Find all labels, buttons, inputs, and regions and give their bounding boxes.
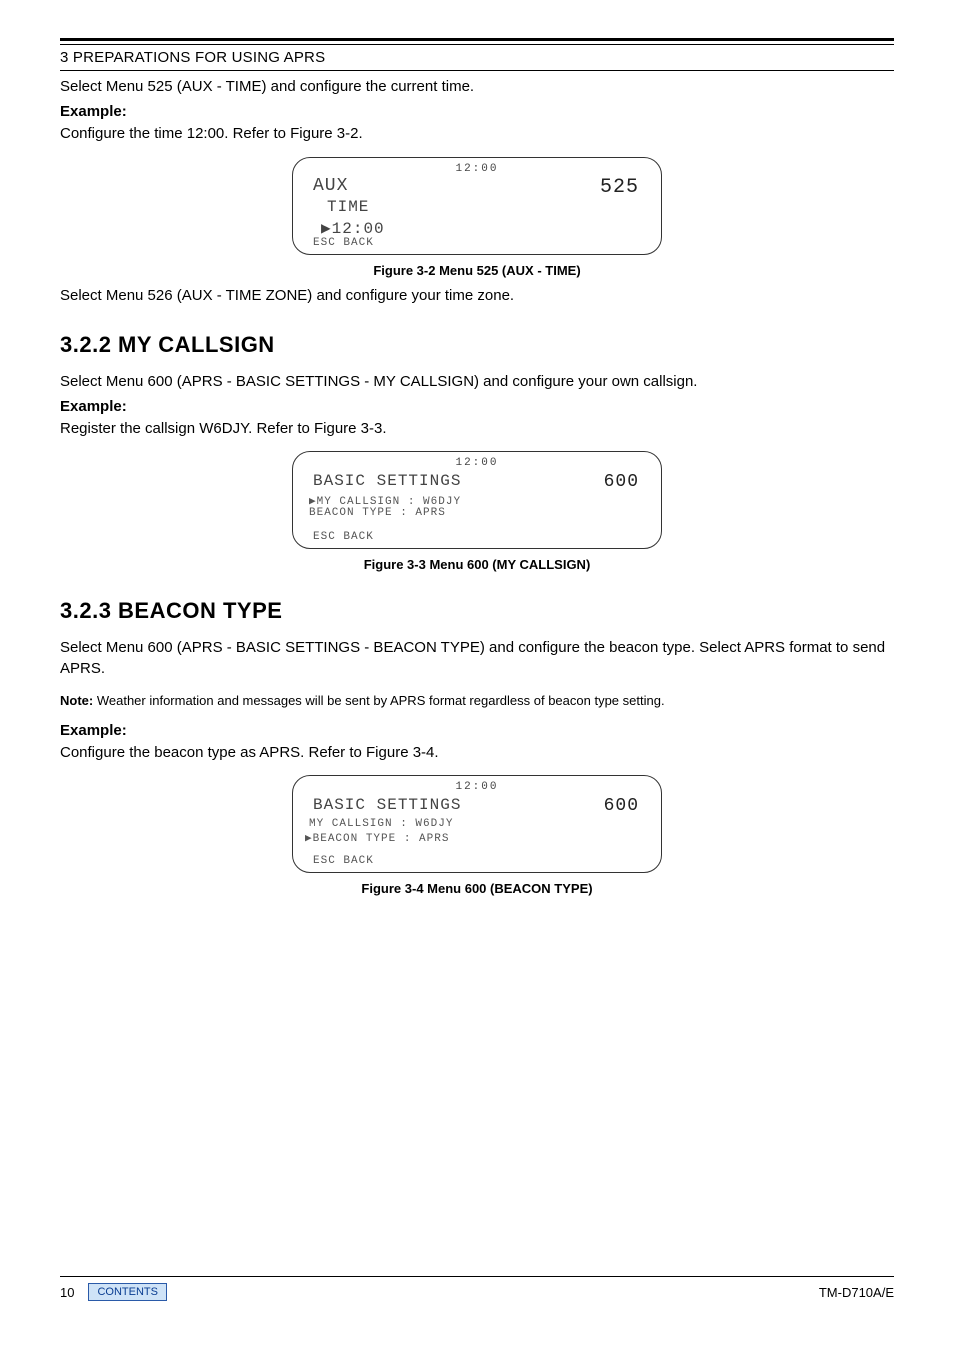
lcd-esc-back: ESC BACK <box>313 237 374 249</box>
lcd-line-callsign: MY CALLSIGN : W6DJY <box>309 818 453 830</box>
section-heading-322: 3.2.2 MY CALLSIGN <box>60 332 894 358</box>
figure-3-4: 12:00 BASIC SETTINGS 600 MY CALLSIGN : W… <box>60 775 894 896</box>
footer-rule <box>60 1276 894 1277</box>
example-label-3: Example: <box>60 722 894 739</box>
s323-example-text: Configure the beacon type as APRS. Refer… <box>60 743 894 763</box>
contents-button[interactable]: CONTENTS <box>88 1283 167 1301</box>
lcd-esc-back: ESC BACK <box>313 531 374 543</box>
s323-body: Select Menu 600 (APRS - BASIC SETTINGS -… <box>60 638 894 679</box>
note-label: Note: <box>60 693 93 708</box>
chapter-title: 3 PREPARATIONS FOR USING APRS <box>60 49 894 66</box>
figure-3-4-caption: Figure 3-4 Menu 600 (BEACON TYPE) <box>60 881 894 896</box>
lcd-menu-number: 600 <box>604 472 639 492</box>
intro-line: Select Menu 525 (AUX - TIME) and configu… <box>60 77 894 97</box>
lcd-clock: 12:00 <box>293 781 661 793</box>
example-1-text: Configure the time 12:00. Refer to Figur… <box>60 124 894 144</box>
lcd-menu-number: 600 <box>604 796 639 816</box>
thin-rule <box>60 70 894 71</box>
lcd-screen-525: 12:00 AUX 525 TIME ▶12:00 ESC BACK <box>292 157 662 255</box>
after-fig32-text: Select Menu 526 (AUX - TIME ZONE) and co… <box>60 286 894 306</box>
lcd-esc-back: ESC BACK <box>313 855 374 867</box>
lcd-screen-600-callsign: 12:00 BASIC SETTINGS 600 ▶MY CALLSIGN : … <box>292 451 662 549</box>
page-number: 10 <box>60 1285 74 1300</box>
header-rule <box>60 38 894 45</box>
lcd-clock: 12:00 <box>293 457 661 469</box>
lcd-param-value: ▶12:00 <box>321 218 385 238</box>
figure-3-3: 12:00 BASIC SETTINGS 600 ▶MY CALLSIGN : … <box>60 451 894 572</box>
lcd-title: AUX <box>313 176 348 196</box>
section-heading-323: 3.2.3 BEACON TYPE <box>60 598 894 624</box>
figure-3-2-caption: Figure 3-2 Menu 525 (AUX - TIME) <box>60 263 894 278</box>
lcd-menu-number: 525 <box>600 176 639 199</box>
lcd-screen-600-beacon: 12:00 BASIC SETTINGS 600 MY CALLSIGN : W… <box>292 775 662 873</box>
page-footer: 10 CONTENTS TM-D710A/E <box>60 1276 894 1306</box>
example-label-1: Example: <box>60 103 894 120</box>
model-number: TM-D710A/E <box>819 1285 894 1300</box>
lcd-title: BASIC SETTINGS <box>313 796 461 814</box>
lcd-line-callsign: ▶MY CALLSIGN : W6DJY <box>309 494 461 508</box>
lcd-clock: 12:00 <box>293 163 661 175</box>
note-line: Note: Weather information and messages w… <box>60 693 894 708</box>
lcd-line-beacon: BEACON TYPE : APRS <box>309 507 446 519</box>
figure-3-3-caption: Figure 3-3 Menu 600 (MY CALLSIGN) <box>60 557 894 572</box>
example-label-2: Example: <box>60 398 894 415</box>
lcd-title: BASIC SETTINGS <box>313 472 461 490</box>
note-text: Weather information and messages will be… <box>93 693 664 708</box>
figure-3-2: 12:00 AUX 525 TIME ▶12:00 ESC BACK Figur… <box>60 157 894 278</box>
s322-example-text: Register the callsign W6DJY. Refer to Fi… <box>60 419 894 439</box>
lcd-param-name: TIME <box>327 198 369 216</box>
lcd-line-beacon: ▶BEACON TYPE : APRS <box>305 831 449 845</box>
s322-body: Select Menu 600 (APRS - BASIC SETTINGS -… <box>60 372 894 392</box>
